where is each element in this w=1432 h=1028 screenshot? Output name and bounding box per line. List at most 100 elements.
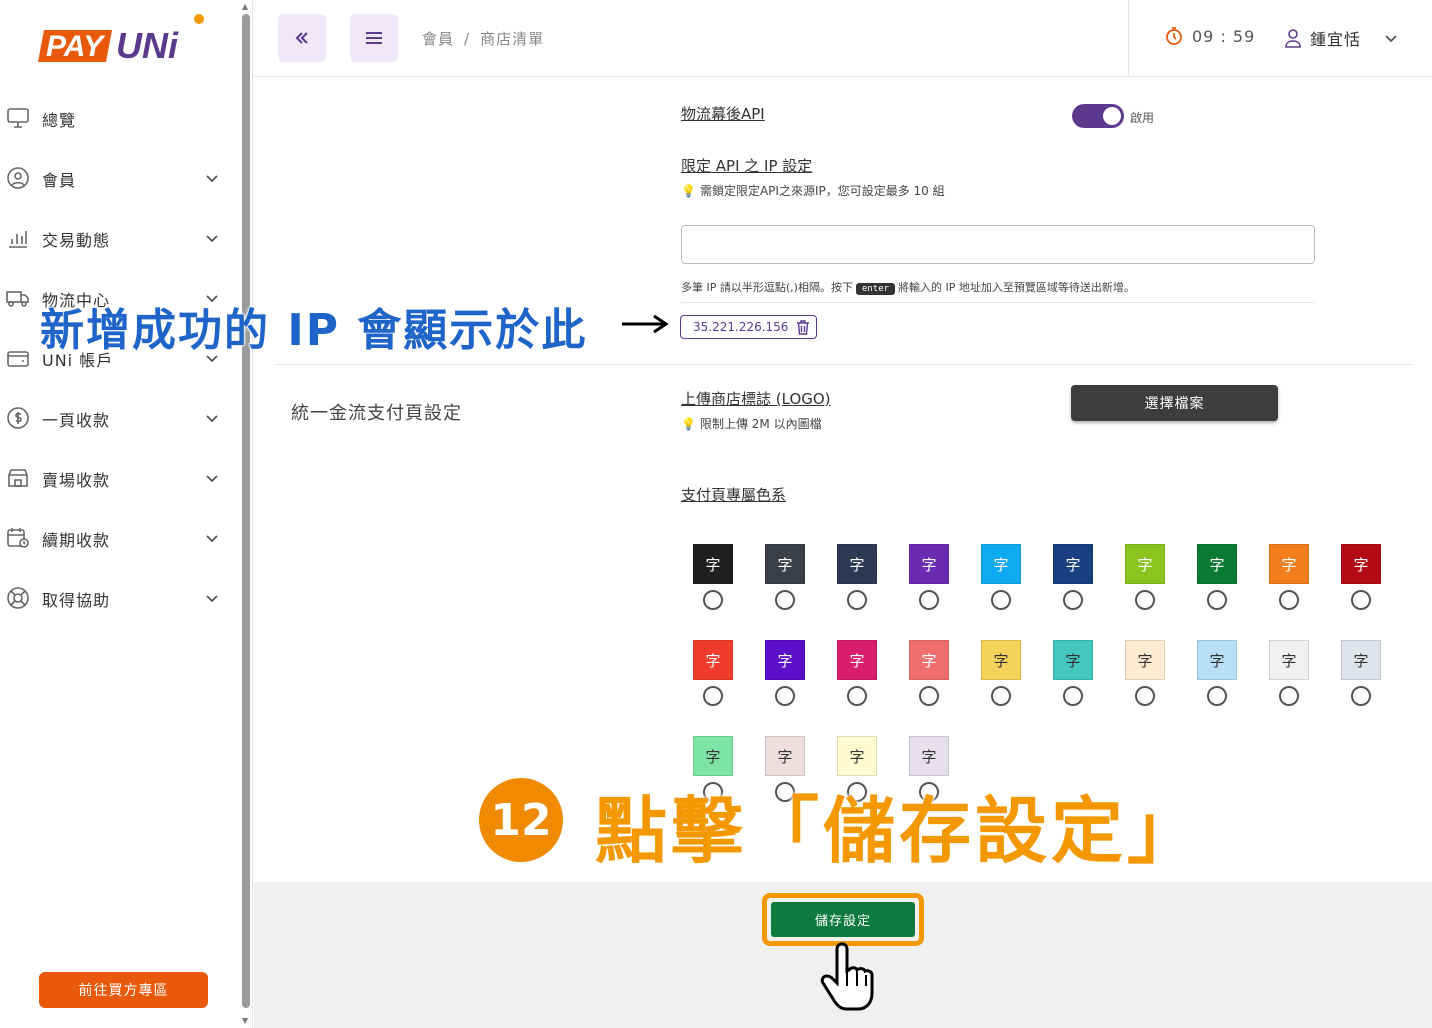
monitor-icon (7, 108, 29, 128)
color-swatch[interactable]: 字 (1197, 640, 1237, 680)
sidebar-item-one-page-payment[interactable]: 一頁收款 (0, 398, 236, 438)
main-content: 物流幕後API 啟用 限定 API 之 IP 設定 💡 需鎖定限定API之來源I… (254, 78, 1432, 1028)
user-menu[interactable]: 鍾宜恬 (1284, 26, 1399, 50)
color-swatch[interactable]: 字 (1125, 640, 1165, 680)
color-swatch[interactable]: 字 (909, 640, 949, 680)
ip-note-after: 將輸入的 IP 地址加入至預覽區域等待送出新增。 (898, 281, 1135, 294)
divider (681, 302, 1315, 303)
color-radio[interactable] (703, 686, 723, 706)
sidebar-item-overview[interactable]: 總覽 (0, 98, 236, 138)
calendar-clock-icon (7, 528, 29, 548)
sidebar-item-recurring-payment[interactable]: 續期收款 (0, 518, 236, 558)
menu-button[interactable] (350, 14, 398, 62)
color-radio[interactable] (775, 590, 795, 610)
hand-pointer-icon (820, 942, 874, 1011)
trash-icon[interactable] (796, 319, 810, 335)
color-swatch[interactable]: 字 (1269, 640, 1309, 680)
color-radio[interactable] (775, 686, 795, 706)
color-radio[interactable] (703, 590, 723, 610)
color-swatch[interactable]: 字 (837, 736, 877, 776)
color-swatch[interactable]: 字 (693, 640, 733, 680)
color-swatch[interactable]: 字 (765, 736, 805, 776)
color-radio[interactable] (991, 686, 1011, 706)
color-swatch[interactable]: 字 (909, 544, 949, 584)
chevron-down-icon (206, 595, 218, 603)
color-swatch[interactable]: 字 (981, 640, 1021, 680)
color-radio[interactable] (991, 590, 1011, 610)
user-circle-icon (7, 167, 29, 189)
color-swatch[interactable]: 字 (837, 640, 877, 680)
sidebar-item-help[interactable]: 取得協助 (0, 578, 236, 618)
color-swatch[interactable]: 字 (765, 544, 805, 584)
logistics-api-toggle[interactable] (1072, 104, 1124, 128)
color-radio[interactable] (1351, 590, 1371, 610)
color-radio[interactable] (1135, 686, 1155, 706)
sidebar-item-label: 續期收款 (42, 531, 111, 550)
store-icon (8, 469, 28, 487)
color-swatch[interactable]: 字 (765, 640, 805, 680)
color-radio[interactable] (1279, 686, 1299, 706)
toggle-state-label: 啟用 (1130, 111, 1155, 125)
color-radio[interactable] (847, 590, 867, 610)
sidebar-item-label: 交易動態 (42, 231, 111, 250)
svg-text:UNi: UNi (116, 25, 179, 66)
color-radio[interactable] (1279, 590, 1299, 610)
sidebar-item-transactions[interactable]: 交易動態 (0, 218, 236, 258)
buyer-zone-button[interactable]: 前往買方專區 (39, 972, 208, 1008)
breadcrumb-item-member[interactable]: 會員 (422, 30, 454, 48)
ip-restriction-label: 限定 API 之 IP 設定 (681, 157, 813, 175)
user-icon (1285, 29, 1301, 48)
payuni-logo[interactable]: PAY UNi (36, 12, 208, 68)
toggle-knob (1103, 107, 1121, 125)
annotation-arrow-icon (622, 314, 669, 334)
annotation-ip-callout: 新增成功的 IP 會顯示於此 (39, 305, 588, 357)
color-radio[interactable] (1063, 590, 1083, 610)
color-radio[interactable] (919, 686, 939, 706)
ip-hint-text: 需鎖定限定API之來源IP，您可設定最多 10 組 (699, 184, 945, 198)
sidebar: PAY UNi 總覽 會員 交易動態 物流中心 UNi 帳戶 一頁收款 賣場收款 (0, 0, 240, 1028)
color-radio[interactable] (1135, 590, 1155, 610)
sidebar-item-label: 取得協助 (42, 591, 111, 610)
sidebar-item-member[interactable]: 會員 (0, 158, 236, 198)
color-radio[interactable] (1063, 686, 1083, 706)
color-radio[interactable] (1207, 686, 1227, 706)
color-radio[interactable] (919, 590, 939, 610)
color-swatch[interactable]: 字 (837, 544, 877, 584)
lifebuoy-icon (7, 587, 29, 609)
scroll-up-arrow-icon[interactable]: ▲ (242, 2, 248, 11)
collapse-sidebar-button[interactable] (278, 14, 326, 62)
enter-key-badge: enter (855, 283, 896, 295)
chevron-down-icon (206, 415, 218, 423)
color-swatch[interactable]: 字 (1197, 544, 1237, 584)
color-swatch[interactable]: 字 (1341, 544, 1381, 584)
ip-input[interactable] (681, 225, 1315, 264)
breadcrumb-separator: / (464, 30, 471, 48)
color-swatch[interactable]: 字 (1341, 640, 1381, 680)
color-swatch[interactable]: 字 (1053, 640, 1093, 680)
theme-color-label: 支付頁專屬色系 (681, 486, 787, 504)
chevron-down-icon (206, 175, 218, 183)
scroll-down-arrow-icon[interactable]: ▼ (242, 1016, 248, 1025)
color-swatch[interactable]: 字 (1053, 544, 1093, 584)
color-radio[interactable] (847, 686, 867, 706)
color-swatch[interactable]: 字 (693, 736, 733, 776)
save-button-highlight: 儲存設定 (762, 893, 924, 946)
breadcrumb: 會員 / 商店清單 (422, 28, 544, 49)
sidebar-scrollbar-thumb[interactable] (242, 14, 250, 1008)
sidebar-item-store-payment[interactable]: 賣場收款 (0, 458, 236, 498)
chevron-down-icon (206, 475, 218, 483)
save-settings-button[interactable]: 儲存設定 (771, 902, 915, 937)
ip-hint: 💡 需鎖定限定API之來源IP，您可設定最多 10 組 (681, 182, 945, 199)
ip-note: 多筆 IP 請以半形逗點(,)相隔。按下 enter 將輸入的 IP 地址加入至預覽… (681, 279, 1135, 295)
color-swatch[interactable]: 字 (693, 544, 733, 584)
color-swatch[interactable]: 字 (981, 544, 1021, 584)
color-swatch[interactable]: 字 (909, 736, 949, 776)
chevron-down-icon (206, 235, 218, 243)
color-radio[interactable] (1351, 686, 1371, 706)
color-radio[interactable] (1207, 590, 1227, 610)
color-swatch[interactable]: 字 (1125, 544, 1165, 584)
color-swatch[interactable]: 字 (1269, 544, 1309, 584)
choose-file-button[interactable]: 選擇檔案 (1071, 385, 1278, 421)
section-title-payment-page: 統一金流支付頁設定 (291, 403, 462, 424)
svg-text:PAY: PAY (46, 30, 106, 63)
